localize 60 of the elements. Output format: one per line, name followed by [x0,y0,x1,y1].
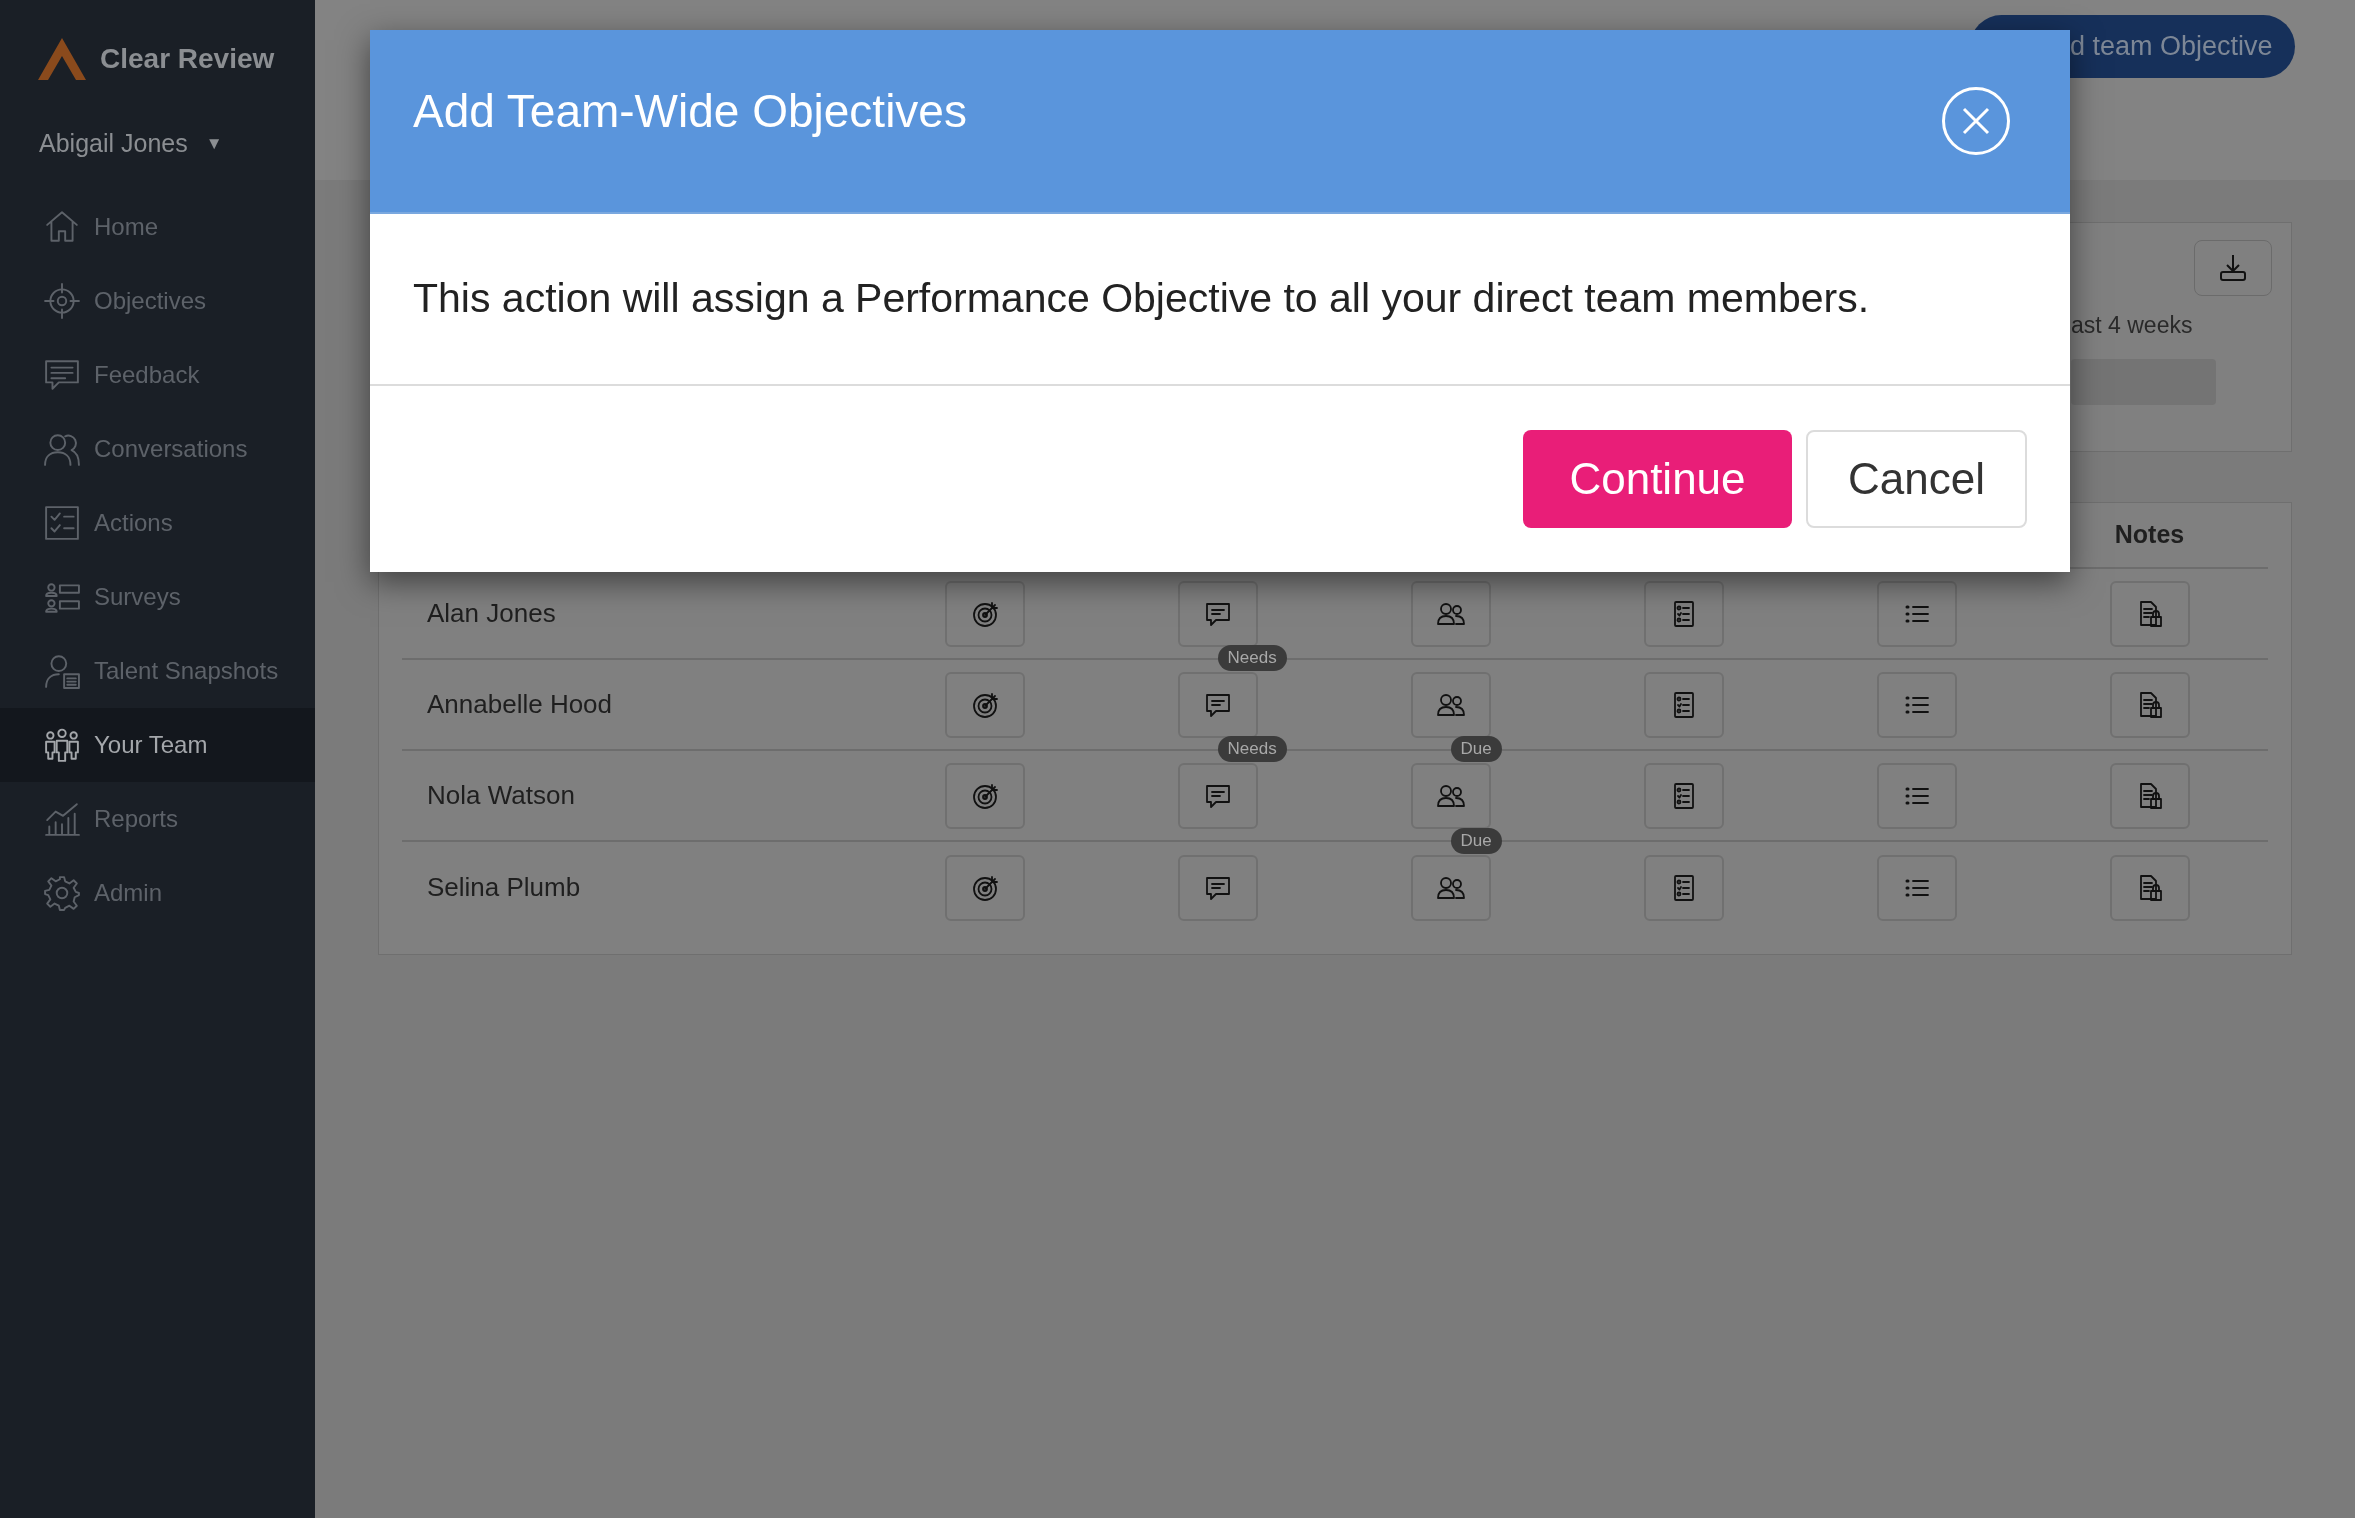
sidebar-item[interactable]: Actions [0,486,315,560]
target-button[interactable] [944,854,1025,921]
conversations-icon [44,431,80,467]
sidebar-item[interactable]: Your Team [0,708,315,782]
objectives-icon [44,283,80,319]
reports-icon [44,801,80,837]
sidebar-item[interactable]: Talent Snapshots [0,634,315,708]
sidebar-item[interactable]: Reports [0,782,315,856]
sidebar-item[interactable]: Admin [0,856,315,930]
sidebar-item[interactable]: Home [0,190,315,264]
modal-message: This action will assign a Performance Objective to all your direct team members. [413,274,1870,324]
status-badge: Due [1450,827,1502,854]
checklist-button[interactable] [1643,671,1724,738]
member-name: Alan Jones [426,597,557,630]
cancel-button[interactable]: Cancel [1806,430,2027,528]
chat-button[interactable] [1177,854,1258,921]
brand-name: Clear Review [100,42,275,76]
sidebar-item[interactable]: Objectives [0,264,315,338]
member-name: Selina Plumb [426,871,582,904]
document-lock-button[interactable] [2109,671,2190,738]
sidebar-item[interactable]: Surveys [0,560,315,634]
logo-icon [38,38,86,80]
checklist-button[interactable] [1643,854,1724,921]
target-button[interactable] [944,580,1025,647]
list-button[interactable] [1876,854,1957,921]
status-badge: Due [1450,735,1502,762]
sidebar-item[interactable]: Conversations [0,412,315,486]
summary-caption: ast 4 weeks [2071,311,2194,340]
actions-icon [44,505,80,541]
member-name: Nola Watson [426,779,576,812]
list-button[interactable] [1876,580,1957,647]
download-button[interactable] [2194,240,2272,296]
admin-icon [44,875,80,911]
download-icon [2218,253,2248,283]
chat-button[interactable] [1177,762,1258,829]
modal-title: Add Team-Wide Objectives [413,83,967,139]
feedback-icon [44,357,80,393]
target-button[interactable] [944,762,1025,829]
close-button[interactable] [1942,87,2010,155]
checklist-button[interactable] [1643,580,1724,647]
talent-icon [44,653,80,689]
checklist-button[interactable] [1643,762,1724,829]
people-button[interactable] [1410,580,1491,647]
home-icon [44,209,80,245]
list-button[interactable] [1876,762,1957,829]
document-lock-button[interactable] [2109,762,2190,829]
status-badge: Needs [1217,735,1287,762]
document-lock-button[interactable] [2109,580,2190,647]
people-button[interactable] [1410,854,1491,921]
team-icon [44,727,80,763]
user-menu[interactable]: Abigail Jones ▼ [0,118,315,170]
sidebar-item[interactable]: Feedback [0,338,315,412]
close-icon [1961,106,1991,136]
continue-button[interactable]: Continue [1523,430,1792,528]
document-lock-button[interactable] [2109,854,2190,921]
column-header: Notes [2114,519,2185,551]
list-button[interactable] [1876,671,1957,738]
member-name: Annabelle Hood [426,688,614,721]
target-button[interactable] [944,671,1025,738]
status-badge: Needs [1217,644,1287,671]
